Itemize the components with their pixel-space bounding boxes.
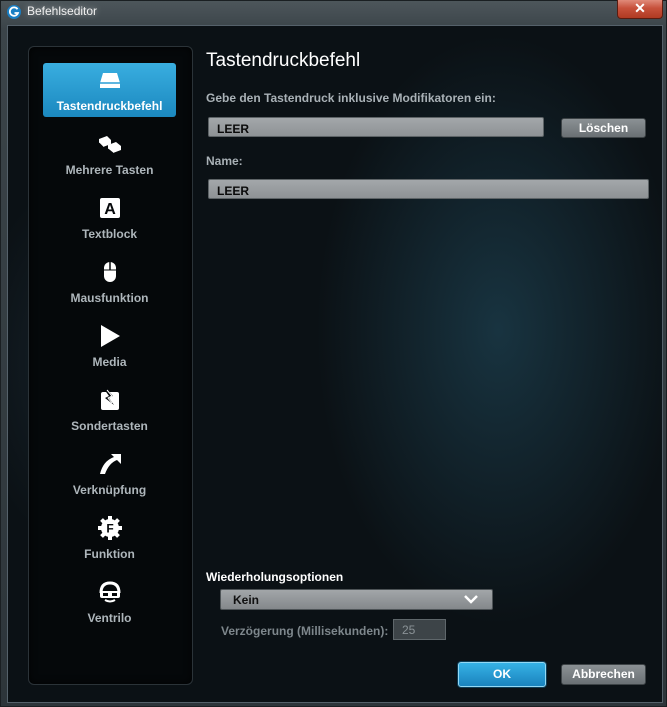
delay-label: Verzögerung (Millisekunden): [221,624,389,638]
repeat-mode-value: Kein [233,593,260,607]
repeat-mode-select[interactable]: Kein [220,589,493,610]
sidebar-item-label: Mausfunktion [70,291,149,305]
sidebar-item-label: Sondertasten [71,419,148,433]
command-editor-window: Befehlseditor ✕ Tastendruckbefehl Mehrer… [0,0,667,707]
window-title: Befehlseditor [27,4,98,18]
shortcut-arrow-icon [99,454,121,474]
keystroke-label: Gebe den Tastendruck inklusive Modifikat… [206,91,496,105]
special-key-icon [100,389,119,410]
command-type-sidebar: Tastendruckbefehl Mehrere Tasten A Textb… [28,46,193,685]
sidebar-item-label: Verknüpfung [72,483,147,497]
close-button[interactable]: ✕ [617,0,663,19]
close-icon: ✕ [634,0,646,16]
sidebar-item-label: Funktion [84,547,135,561]
clear-button[interactable]: Löschen [561,118,646,138]
text-block-glyph: A [104,201,116,218]
sidebar-item-textblock[interactable]: A Textblock [43,191,176,245]
sidebar-item-multiple-keys[interactable]: Mehrere Tasten [43,127,176,181]
play-icon [100,325,120,347]
sidebar-item-label: Ventrilo [87,611,132,625]
multiple-keys-icon [98,136,121,154]
chevron-down-icon [464,595,478,604]
sidebar-item-media[interactable]: Media [43,319,176,373]
function-glyph: F [106,522,113,536]
sidebar-item-label: Mehrere Tasten [65,163,154,177]
keystroke-input[interactable]: LEER [208,117,544,137]
name-label: Name: [206,154,243,168]
ok-button[interactable]: OK [458,662,546,687]
ventrilo-icon [99,581,120,603]
text-block-icon: A [99,198,120,218]
key-icon [99,73,120,88]
function-gear-icon: F [97,516,122,540]
sidebar-item-ventrilo[interactable]: Ventrilo [43,575,176,629]
title-bar[interactable]: Befehlseditor ✕ [1,0,666,23]
delay-input[interactable]: 25 [393,619,446,640]
sidebar-item-label: Textblock [81,227,138,241]
sidebar-item-special-keys[interactable]: Sondertasten [43,383,176,437]
sidebar-item-keystroke[interactable]: Tastendruckbefehl [43,63,176,117]
mouse-icon [103,262,116,282]
cancel-button[interactable]: Abbrechen [561,664,646,685]
repeat-options-heading: Wiederholungsoptionen [206,570,344,584]
sidebar-item-mouse-function[interactable]: Mausfunktion [43,255,176,309]
sidebar-item-label: Tastendruckbefehl [56,99,163,113]
sidebar-item-function[interactable]: F Funktion [43,511,176,565]
logitech-g-icon [7,5,21,19]
name-field[interactable]: LEER [208,179,649,199]
page-title: Tastendruckbefehl [206,50,361,71]
sidebar-item-shortcut[interactable]: Verknüpfung [43,447,176,501]
sidebar-item-label: Media [92,355,127,369]
client-area: Tastendruckbefehl Mehrere Tasten A Textb… [7,25,663,703]
